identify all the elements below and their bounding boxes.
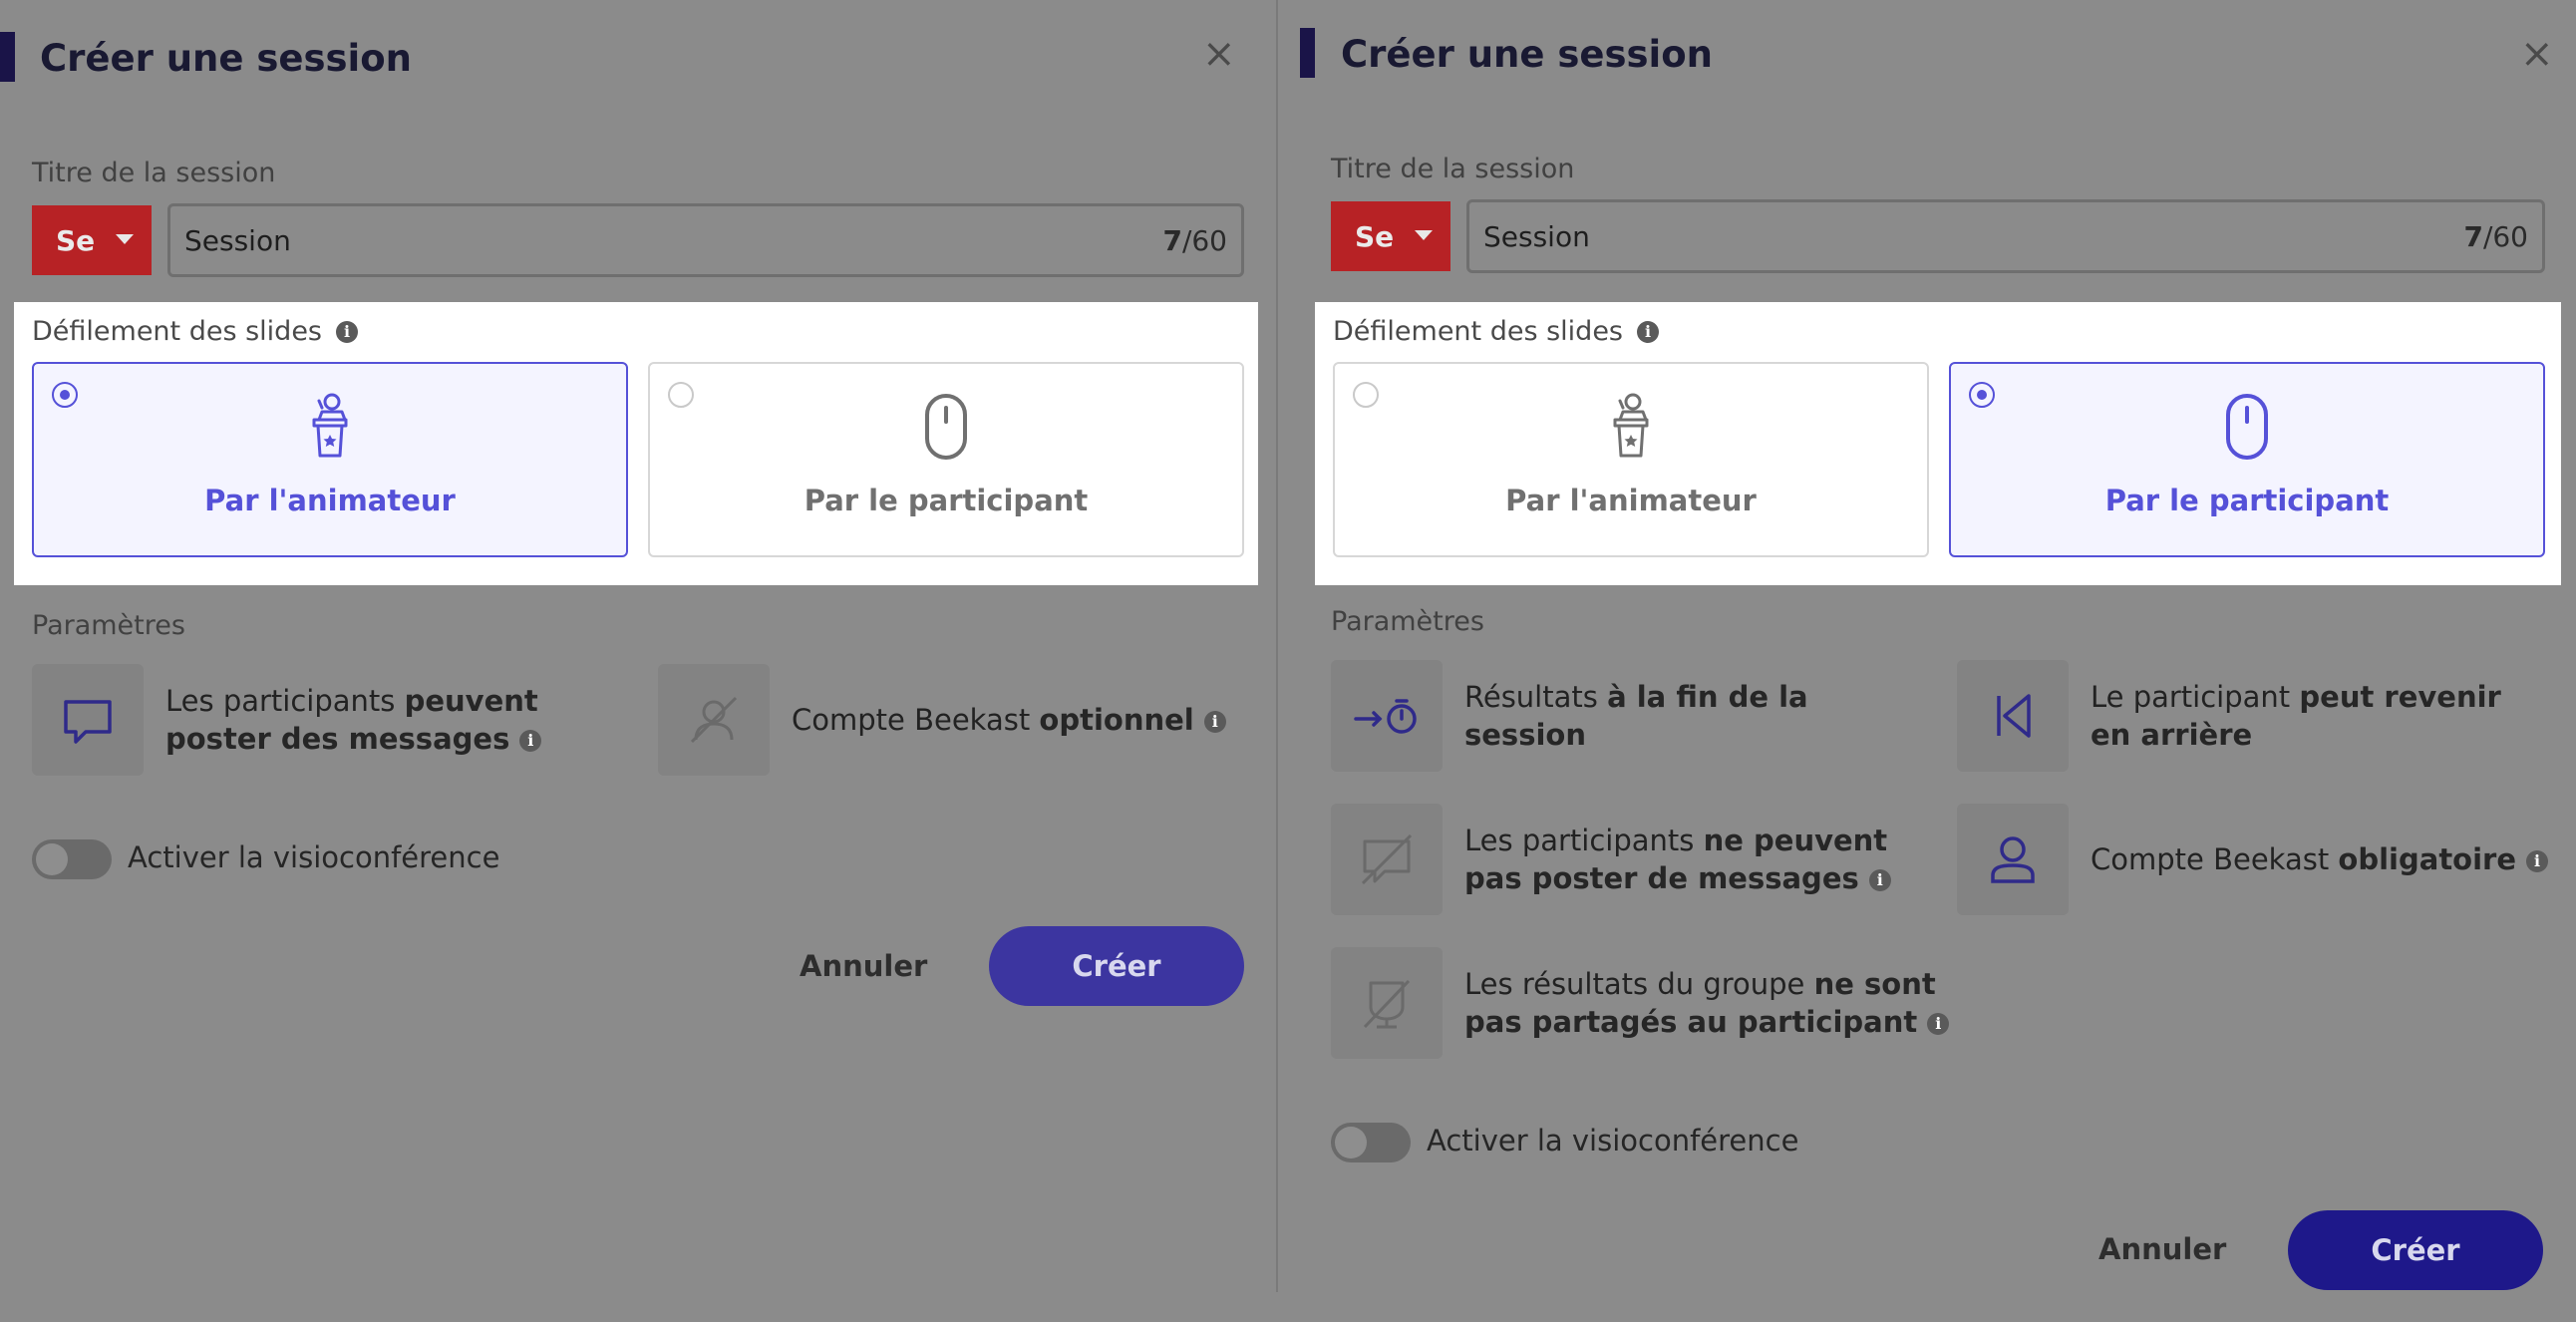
title-accent-bar [1300, 28, 1315, 78]
param-no-messages: Les participants ne peuvent pas poster d… [1331, 804, 1929, 915]
session-title-label: Titre de la session [32, 158, 276, 188]
slide-scroll-section: Défilement des slides i Par l'animateur [14, 302, 1258, 585]
radio-participant[interactable] [668, 382, 694, 408]
prefix-dropdown[interactable]: Se [32, 205, 152, 275]
radio-host[interactable] [52, 382, 78, 408]
back-icon [1957, 660, 2069, 772]
close-icon[interactable]: × [2520, 30, 2554, 78]
video-toggle[interactable] [32, 839, 112, 879]
create-button[interactable]: Créer [2288, 1210, 2543, 1290]
cancel-button[interactable]: Annuler [2098, 1232, 2226, 1266]
param-results-end: Résultats à la fin de la session [1331, 660, 1929, 772]
mouse-icon [925, 394, 967, 460]
session-title-input[interactable]: Session 7/60 [1466, 199, 2545, 273]
session-title-value: Session [184, 223, 291, 257]
podium-icon [312, 393, 348, 458]
params-label: Paramètres [32, 610, 185, 641]
create-button[interactable]: Créer [989, 926, 1244, 1006]
info-icon[interactable]: i [519, 730, 542, 752]
param-go-back: Le participant peut revenir en arrière [1957, 660, 2555, 772]
prefix-value: Se [56, 223, 96, 257]
chevron-down-icon [1415, 230, 1433, 240]
title-accent-bar [0, 32, 15, 82]
slide-scroll-section: Défilement des slides i Par l'animateur [1315, 302, 2561, 585]
option-participant[interactable]: Par le participant [1949, 362, 2545, 557]
close-icon[interactable]: × [1202, 30, 1236, 78]
left-dialog: Créer une session × Titre de la session … [0, 0, 1276, 1322]
message-icon [32, 664, 144, 776]
radio-participant[interactable] [1969, 382, 1995, 408]
chevron-down-icon [116, 234, 134, 244]
info-icon[interactable]: i [1203, 711, 1226, 733]
prefix-dropdown[interactable]: Se [1331, 201, 1450, 271]
dialog-title: Créer une session [1341, 33, 1713, 76]
param-group-results: Les résultats du groupe ne sont pas part… [1331, 947, 1969, 1059]
results-off-icon [1331, 947, 1443, 1059]
option-participant-label: Par le participant [2104, 484, 2390, 517]
session-title-value: Session [1483, 219, 1590, 253]
param-account: Compte Beekast optionnel i [658, 664, 1256, 776]
params-label: Paramètres [1331, 606, 1484, 637]
option-participant[interactable]: Par le participant [648, 362, 1244, 557]
option-host[interactable]: Par l'animateur [1333, 362, 1929, 557]
podium-icon [1613, 393, 1649, 458]
info-icon[interactable]: i [1868, 869, 1891, 891]
session-title-label: Titre de la session [1331, 154, 1575, 184]
mouse-icon [2226, 394, 2268, 460]
info-icon[interactable]: i [1927, 1013, 1950, 1035]
radio-host[interactable] [1353, 382, 1379, 408]
right-dialog: Créer une session × Titre de la session … [1278, 0, 2576, 1322]
info-icon[interactable]: i [1637, 320, 1660, 343]
video-toggle-label: Activer la visioconférence [1427, 1124, 1799, 1157]
slide-scroll-label: Défilement des slides [1333, 316, 1624, 347]
option-host[interactable]: Par l'animateur [32, 362, 628, 557]
param-account-required: Compte Beekast obligatoire i [1957, 804, 2555, 915]
session-title-input[interactable]: Session 7/60 [167, 203, 1244, 277]
char-counter: 7/60 [2463, 219, 2528, 253]
info-icon[interactable]: i [2526, 850, 2549, 872]
prefix-value: Se [1355, 219, 1395, 253]
char-counter: 7/60 [1162, 223, 1227, 257]
slide-scroll-label: Défilement des slides [32, 316, 323, 347]
results-timer-icon [1331, 660, 1443, 772]
account-off-icon [658, 664, 770, 776]
option-participant-label: Par le participant [804, 484, 1089, 517]
cancel-button[interactable]: Annuler [800, 949, 927, 983]
video-toggle[interactable] [1331, 1123, 1411, 1162]
info-icon[interactable]: i [336, 320, 359, 343]
video-toggle-label: Activer la visioconférence [128, 840, 500, 874]
user-icon [1957, 804, 2069, 915]
option-host-label: Par l'animateur [1505, 484, 1757, 517]
option-host-label: Par l'animateur [204, 484, 456, 517]
dialog-title: Créer une session [40, 37, 412, 80]
message-off-icon [1331, 804, 1443, 915]
param-messages: Les participants peuvent poster des mess… [32, 664, 630, 776]
